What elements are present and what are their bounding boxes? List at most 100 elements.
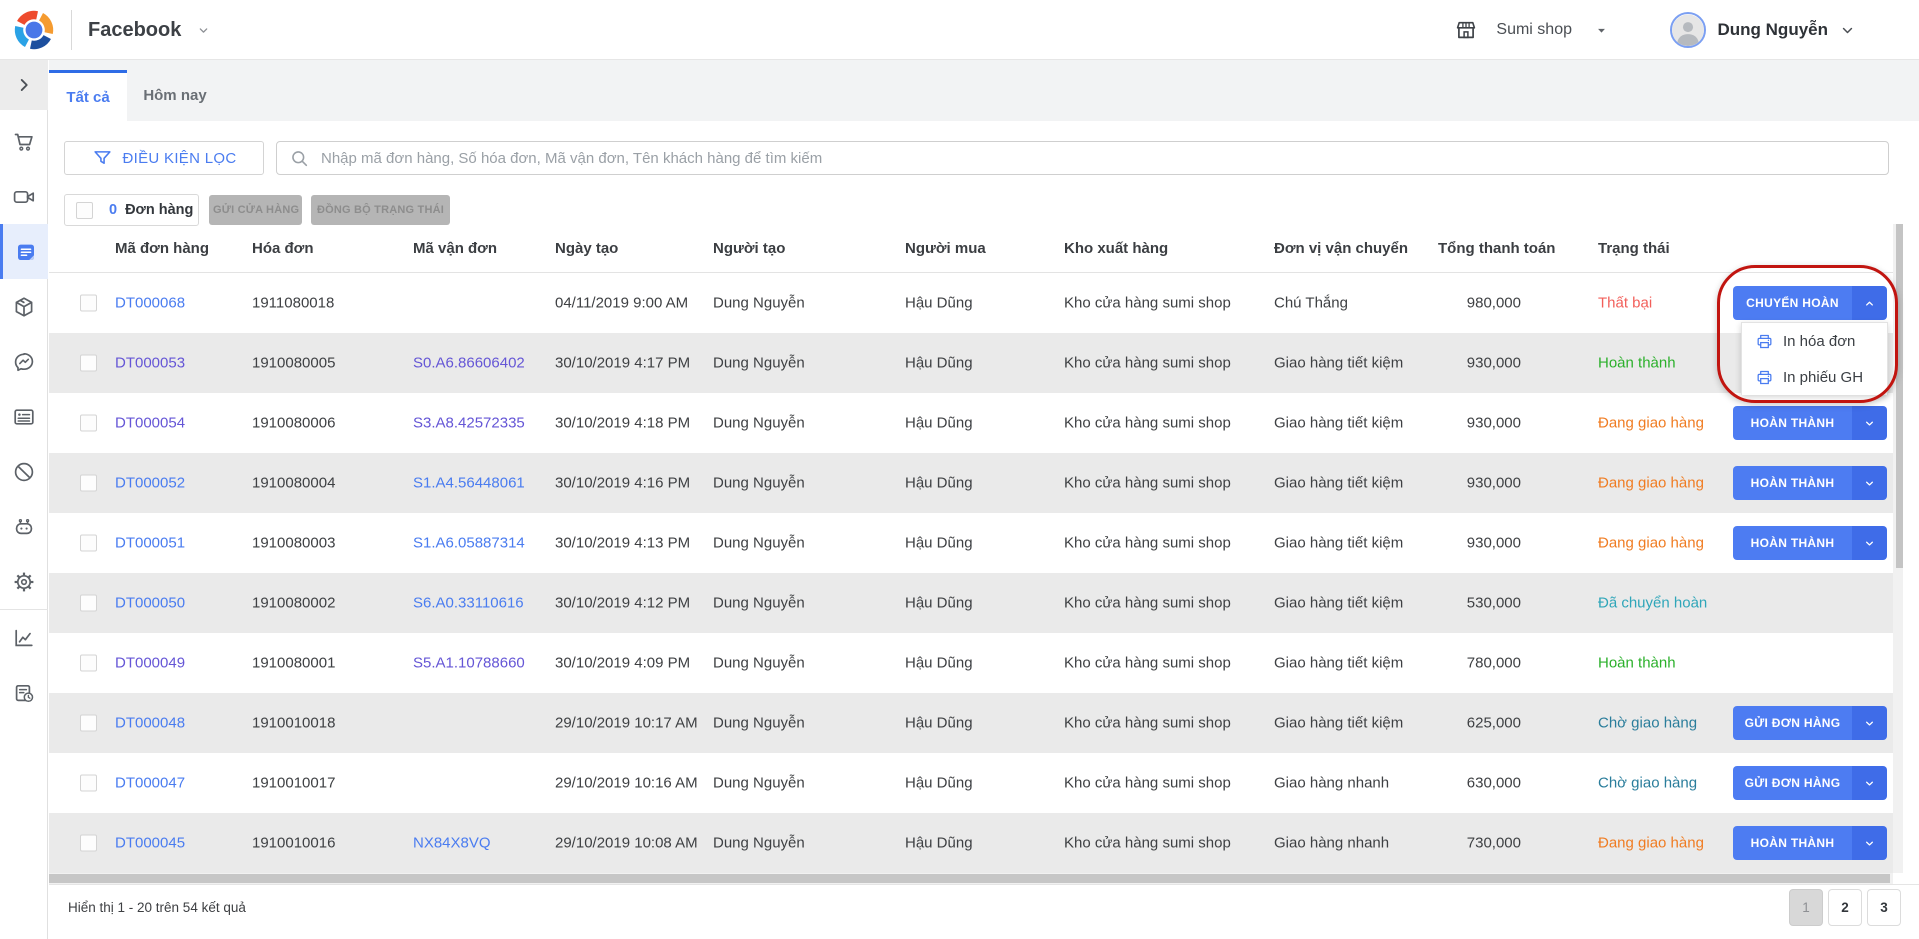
caret-down-icon xyxy=(1862,536,1877,551)
tracking-code-link[interactable]: S1.A4.56448061 xyxy=(413,475,525,492)
warehouse-name: Kho cửa hàng sumi shop xyxy=(1064,654,1231,672)
row-action-caret-button[interactable] xyxy=(1852,526,1887,560)
row-action-split-button: GỬI ĐƠN HÀNG xyxy=(1733,706,1887,740)
row-checkbox[interactable] xyxy=(80,414,97,432)
print-shipping-slip-menu-item[interactable]: In phiếu GH xyxy=(1742,359,1887,395)
row-checkbox[interactable] xyxy=(80,474,97,492)
order-code-link[interactable]: DT000050 xyxy=(115,595,185,612)
sidebar-item-analytics[interactable] xyxy=(0,610,48,665)
sidebar-item-sales[interactable] xyxy=(0,114,48,169)
row-checkbox[interactable] xyxy=(80,294,97,312)
order-code-link[interactable]: DT000049 xyxy=(115,655,185,672)
sidebar-item-chatbot[interactable] xyxy=(0,499,48,554)
page-button-2[interactable]: 2 xyxy=(1828,889,1862,926)
sidebar-item-livestream[interactable] xyxy=(0,169,48,224)
sidebar-collapse-toggle[interactable] xyxy=(0,60,48,110)
invoice-number: 1910010018 xyxy=(252,714,336,732)
warehouse-name: Kho cửa hàng sumi shop xyxy=(1064,534,1231,552)
sync-status-button[interactable]: ĐỒNG BỘ TRẠNG THÁI xyxy=(311,195,450,225)
buyer-name: Hậu Dũng xyxy=(905,414,973,432)
row-action-button[interactable]: GỬI ĐƠN HÀNG xyxy=(1733,706,1852,740)
order-code-link[interactable]: DT000052 xyxy=(115,475,185,492)
buyer-name: Hậu Dũng xyxy=(905,774,973,792)
row-action-caret-button[interactable] xyxy=(1852,286,1887,320)
shop-name: Sumi shop xyxy=(1496,21,1572,38)
sidebar-item-orders[interactable] xyxy=(0,224,48,279)
tracking-code-link[interactable]: S1.A6.05887314 xyxy=(413,535,525,552)
sidebar-item-blocked[interactable] xyxy=(0,444,48,499)
row-action-button[interactable]: HOÀN THÀNH xyxy=(1733,466,1852,500)
tracking-code-link[interactable]: S6.A0.33110616 xyxy=(413,595,524,612)
row-action-caret-button[interactable] xyxy=(1852,406,1887,440)
order-code-link[interactable]: DT000047 xyxy=(115,775,185,792)
tracking-code-link[interactable]: NX84X8VQ xyxy=(413,835,491,852)
row-action-caret-button[interactable] xyxy=(1852,706,1887,740)
row-action-caret-button[interactable] xyxy=(1852,766,1887,800)
row-action-button[interactable]: CHUYỂN HOÀN xyxy=(1733,286,1852,320)
warehouse-name: Kho cửa hàng sumi shop xyxy=(1064,594,1231,612)
tab-today[interactable]: Hôm nay xyxy=(127,70,223,121)
order-code-link[interactable]: DT000051 xyxy=(115,535,185,552)
sidebar xyxy=(0,60,48,939)
channel-selector[interactable]: Facebook xyxy=(88,0,212,60)
search-input[interactable] xyxy=(276,141,1889,175)
order-code-link[interactable]: DT000048 xyxy=(115,715,185,732)
table-row: DT000047 1910010017 29/10/2019 10:16 AM Dun… xyxy=(49,753,1893,813)
sidebar-item-products[interactable] xyxy=(0,279,48,334)
row-checkbox[interactable] xyxy=(80,594,97,612)
tracking-code-link[interactable]: S5.A1.10788660 xyxy=(413,655,525,672)
sidebar-item-settings[interactable] xyxy=(0,554,48,609)
select-all-checkbox[interactable] xyxy=(76,201,93,219)
creator-name: Dung Nguyễn xyxy=(713,354,805,372)
invoice-number: 1910080004 xyxy=(252,474,336,492)
tracking-code-link[interactable]: S0.A6.86606402 xyxy=(413,355,525,372)
horizontal-scrollbar-thumb[interactable] xyxy=(49,874,1890,883)
sidebar-item-conversations[interactable] xyxy=(0,334,48,389)
app-logo-icon[interactable] xyxy=(12,8,56,52)
user-menu[interactable]: Dung Nguyễn xyxy=(1669,0,1858,60)
tracking-code-link[interactable]: S3.A8.42572335 xyxy=(413,415,525,432)
results-summary: Hiển thị 1 - 20 trên 54 kết quả xyxy=(68,900,246,915)
messenger-chat-icon xyxy=(12,350,36,374)
horizontal-scrollbar[interactable] xyxy=(49,873,1893,884)
page-button-3[interactable]: 3 xyxy=(1867,889,1901,926)
row-action-button[interactable]: HOÀN THÀNH xyxy=(1733,826,1852,860)
send-to-store-button[interactable]: GỬI CỬA HÀNG xyxy=(209,195,302,225)
buyer-name: Hậu Dũng xyxy=(905,714,973,732)
filter-button[interactable]: ĐIỀU KIỆN LỌC xyxy=(64,141,264,175)
row-action-caret-button[interactable] xyxy=(1852,466,1887,500)
order-code-link[interactable]: DT000068 xyxy=(115,295,185,312)
creator-name: Dung Nguyễn xyxy=(713,714,805,732)
row-action-button[interactable]: GỬI ĐƠN HÀNG xyxy=(1733,766,1852,800)
row-checkbox[interactable] xyxy=(80,534,97,552)
order-code-link[interactable]: DT000045 xyxy=(115,835,185,852)
tab-all[interactable]: Tất cả xyxy=(49,70,127,121)
print-invoice-menu-item[interactable]: In hóa đơn xyxy=(1742,323,1887,359)
table-row: DT000045 1910010016 NX84X8VQ 29/10/2019 10:… xyxy=(49,813,1893,873)
order-code-link[interactable]: DT000054 xyxy=(115,415,185,432)
column-header: Đơn vị vận chuyển xyxy=(1274,240,1409,257)
row-action-button[interactable]: HOÀN THÀNH xyxy=(1733,406,1852,440)
row-checkbox[interactable] xyxy=(80,714,97,732)
buyer-name: Hậu Dũng xyxy=(905,534,973,552)
sidebar-item-posts[interactable] xyxy=(0,389,48,444)
sidebar-item-history[interactable] xyxy=(0,665,48,720)
chevron-down-icon xyxy=(195,22,212,39)
status-label: Đã chuyển hoàn xyxy=(1598,594,1708,612)
row-checkbox[interactable] xyxy=(80,774,97,792)
order-code-link[interactable]: DT000053 xyxy=(115,355,185,372)
page-button-1[interactable]: 1 xyxy=(1789,889,1823,926)
row-checkbox[interactable] xyxy=(80,834,97,852)
row-action-button[interactable]: HOÀN THÀNH xyxy=(1733,526,1852,560)
shop-selector[interactable]: Sumi shop xyxy=(1454,0,1609,60)
row-action-caret-button[interactable] xyxy=(1852,826,1887,860)
column-header: Mã đơn hàng xyxy=(115,240,209,257)
carrier-name: Giao hàng tiết kiệm xyxy=(1274,354,1404,372)
carrier-name: Giao hàng nhanh xyxy=(1274,834,1390,852)
selected-count: 0 xyxy=(109,202,118,218)
vertical-scrollbar[interactable] xyxy=(1893,224,1903,873)
row-checkbox[interactable] xyxy=(80,654,97,672)
total-payment: 530,000 xyxy=(1466,594,1521,612)
row-checkbox[interactable] xyxy=(80,354,97,372)
vertical-scrollbar-thumb[interactable] xyxy=(1895,224,1903,568)
